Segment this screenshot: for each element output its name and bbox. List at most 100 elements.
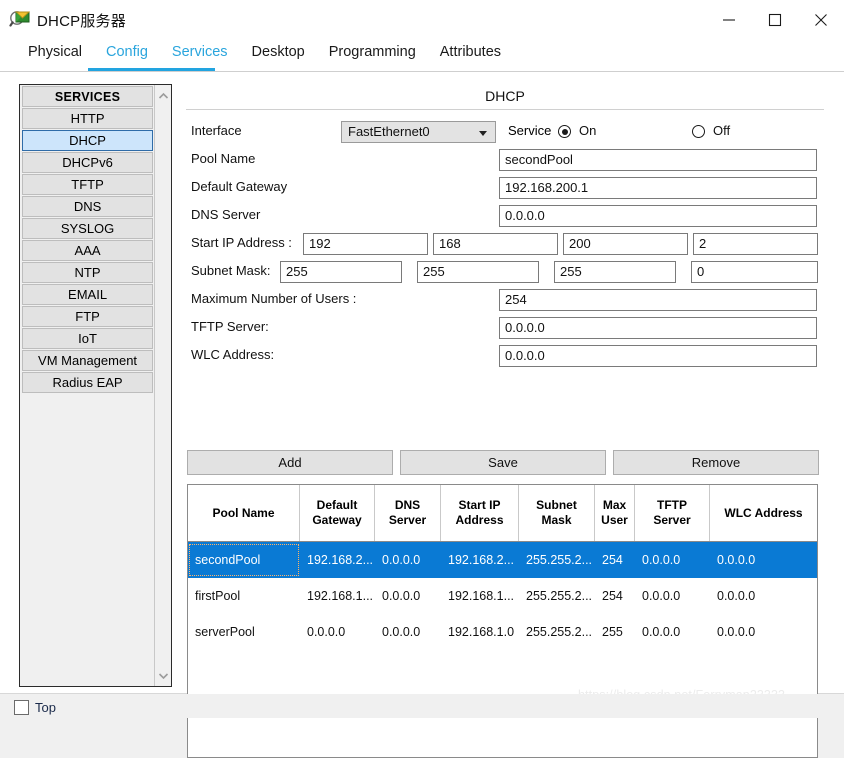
- save-button[interactable]: Save: [400, 450, 606, 475]
- remove-button[interactable]: Remove: [613, 450, 819, 475]
- pool-name-input[interactable]: secondPool: [499, 149, 817, 171]
- cell-dns-server: 0.0.0.0: [382, 625, 421, 639]
- services-list: SERVICES HTTP DHCP DHCPv6 TFTP DNS SYSLO…: [20, 85, 155, 686]
- services-panel: SERVICES HTTP DHCP DHCPv6 TFTP DNS SYSLO…: [19, 84, 172, 687]
- sidebar-item-aaa[interactable]: AAA: [22, 240, 154, 261]
- dhcp-server-icon: [9, 9, 31, 31]
- tab-attributes[interactable]: Attributes: [428, 40, 513, 71]
- cell-default-gateway: 192.168.2...: [307, 553, 374, 567]
- interface-label: Interface: [191, 123, 242, 138]
- cell-dns-server: 0.0.0.0: [382, 553, 421, 567]
- column-header-pool-name[interactable]: Pool Name: [188, 485, 300, 541]
- sidebar-item-iot[interactable]: IoT: [22, 328, 154, 349]
- sidebar-item-syslog[interactable]: SYSLOG: [22, 218, 154, 239]
- cell-subnet-mask: 255.255.2...: [526, 589, 593, 603]
- sidebar-item-http[interactable]: HTTP: [22, 108, 154, 129]
- bottom-bar: Top: [0, 694, 844, 718]
- cell-pool-name: serverPool: [195, 625, 255, 639]
- max-users-row: Maximum Number of Users : 254: [186, 289, 824, 311]
- default-gateway-row: Default Gateway 192.168.200.1: [186, 177, 824, 199]
- subnet-mask-octet-2[interactable]: 255: [417, 261, 539, 283]
- sidebar-item-dhcp[interactable]: DHCP: [22, 130, 154, 151]
- wlc-address-input[interactable]: 0.0.0.0: [499, 345, 817, 367]
- default-gateway-input[interactable]: 192.168.200.1: [499, 177, 817, 199]
- cell-start-ip: 192.168.1.0: [448, 625, 515, 639]
- interface-select[interactable]: FastEthernet0: [341, 121, 496, 143]
- chevron-up-icon[interactable]: [155, 87, 172, 104]
- cell-subnet-mask: 255.255.2...: [526, 553, 593, 567]
- table-header-row: Pool Name Default Gateway DNS Server Sta…: [188, 485, 817, 542]
- tftp-server-input[interactable]: 0.0.0.0: [499, 317, 817, 339]
- default-gateway-label: Default Gateway: [191, 179, 288, 194]
- sidebar-item-dns[interactable]: DNS: [22, 196, 154, 217]
- cell-max-user: 254: [602, 589, 623, 603]
- table-row[interactable]: secondPool 192.168.2... 0.0.0.0 192.168.…: [188, 542, 817, 578]
- chevron-down-icon[interactable]: [155, 667, 172, 684]
- start-ip-octet-4[interactable]: 2: [693, 233, 818, 255]
- max-users-input[interactable]: 254: [499, 289, 817, 311]
- panel-divider: [186, 109, 824, 110]
- cell-wlc-address: 0.0.0.0: [717, 625, 756, 639]
- max-users-label: Maximum Number of Users :: [191, 291, 357, 306]
- column-header-max-user[interactable]: Max User: [595, 485, 635, 541]
- cell-default-gateway: 192.168.1...: [307, 589, 374, 603]
- service-off-radio[interactable]: [692, 125, 705, 138]
- active-tab-indicator: [88, 68, 215, 71]
- column-header-default-gateway[interactable]: Default Gateway: [300, 485, 375, 541]
- column-header-start-ip-address[interactable]: Start IP Address: [441, 485, 519, 541]
- column-header-dns-server[interactable]: DNS Server: [375, 485, 441, 541]
- column-header-wlc-address[interactable]: WLC Address: [710, 485, 817, 541]
- cell-pool-name: firstPool: [195, 589, 241, 603]
- cell-subnet-mask: 255.255.2...: [526, 625, 593, 639]
- tab-physical[interactable]: Physical: [16, 40, 94, 71]
- table-row[interactable]: firstPool 192.168.1... 0.0.0.0 192.168.1…: [188, 578, 817, 614]
- subnet-mask-octet-3[interactable]: 255: [554, 261, 676, 283]
- subnet-mask-octet-1[interactable]: 255: [280, 261, 402, 283]
- tab-programming[interactable]: Programming: [317, 40, 428, 71]
- start-ip-octet-1[interactable]: 192: [303, 233, 428, 255]
- cell-tftp-server: 0.0.0.0: [642, 625, 681, 639]
- service-on-radio[interactable]: [558, 125, 571, 138]
- services-header: SERVICES: [22, 86, 154, 107]
- tab-services[interactable]: Services: [160, 40, 240, 71]
- top-checkbox[interactable]: [14, 700, 29, 715]
- column-header-subnet-mask[interactable]: Subnet Mask: [519, 485, 595, 541]
- wlc-address-label: WLC Address:: [191, 347, 275, 362]
- sidebar-item-tftp[interactable]: TFTP: [22, 174, 154, 195]
- cell-tftp-server: 0.0.0.0: [642, 553, 681, 567]
- sidebar-item-ntp[interactable]: NTP: [22, 262, 154, 283]
- tftp-server-label: TFTP Server:: [191, 319, 269, 334]
- maximize-icon[interactable]: [752, 0, 798, 40]
- minimize-icon[interactable]: [706, 0, 752, 40]
- tab-config[interactable]: Config: [94, 40, 160, 71]
- services-scrollbar[interactable]: [154, 85, 171, 686]
- table-row[interactable]: serverPool 0.0.0.0 0.0.0.0 192.168.1.0 2…: [188, 614, 817, 650]
- subnet-mask-row: Subnet Mask: 255 255 255 0: [186, 261, 824, 283]
- column-header-tftp-server[interactable]: TFTP Server: [635, 485, 710, 541]
- cell-start-ip: 192.168.1...: [448, 589, 515, 603]
- content-area: SERVICES HTTP DHCP DHCPv6 TFTP DNS SYSLO…: [0, 72, 844, 758]
- wlc-address-row: WLC Address: 0.0.0.0: [186, 345, 824, 367]
- cell-wlc-address: 0.0.0.0: [717, 553, 756, 567]
- start-ip-octet-3[interactable]: 200: [563, 233, 688, 255]
- sidebar-item-email[interactable]: EMAIL: [22, 284, 154, 305]
- action-buttons: Add Save Remove: [186, 450, 824, 475]
- pool-name-label: Pool Name: [191, 151, 256, 166]
- add-button[interactable]: Add: [187, 450, 393, 475]
- start-ip-octet-2[interactable]: 168: [433, 233, 558, 255]
- dns-server-input[interactable]: 0.0.0.0: [499, 205, 817, 227]
- cell-tftp-server: 0.0.0.0: [642, 589, 681, 603]
- sidebar-item-dhcpv6[interactable]: DHCPv6: [22, 152, 154, 173]
- sidebar-item-radius-eap[interactable]: Radius EAP: [22, 372, 154, 393]
- tab-desktop[interactable]: Desktop: [240, 40, 317, 71]
- cell-max-user: 255: [602, 625, 623, 639]
- tftp-server-row: TFTP Server: 0.0.0.0: [186, 317, 824, 339]
- dns-server-label: DNS Server: [191, 207, 261, 222]
- subnet-mask-octet-4[interactable]: 0: [691, 261, 818, 283]
- start-ip-row: Start IP Address : 192 168 200 2: [186, 233, 824, 255]
- close-icon[interactable]: [798, 0, 844, 40]
- sidebar-item-vm-management[interactable]: VM Management: [22, 350, 154, 371]
- start-ip-label: Start IP Address :: [191, 235, 292, 250]
- cell-wlc-address: 0.0.0.0: [717, 589, 756, 603]
- sidebar-item-ftp[interactable]: FTP: [22, 306, 154, 327]
